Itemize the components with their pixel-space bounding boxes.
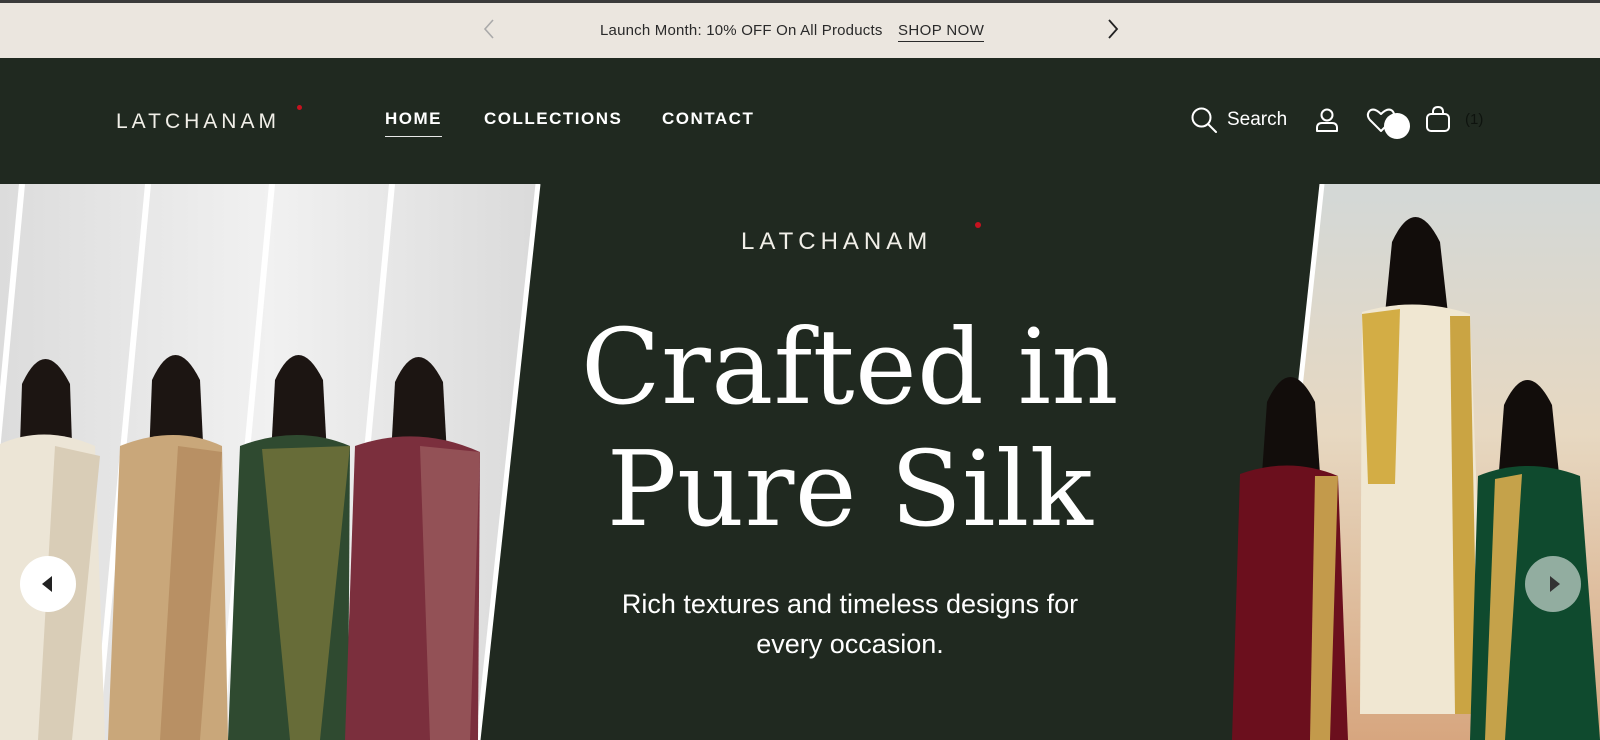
slider-prev-button[interactable] bbox=[20, 556, 76, 612]
slider-next-button[interactable] bbox=[1525, 556, 1581, 612]
chevron-right-icon[interactable] bbox=[1100, 17, 1124, 41]
brand-name: LATCHANAM bbox=[116, 110, 280, 133]
brand-logo[interactable]: LATCHANAM bbox=[116, 105, 302, 134]
site-header: LATCHANAM HOME COLLECTIONS CONTACT Searc… bbox=[0, 58, 1600, 184]
announcement-bar: Launch Month: 10% OFF On All Products SH… bbox=[0, 3, 1600, 58]
hero-headline-line-1: Crafted in bbox=[581, 306, 1119, 428]
user-icon[interactable] bbox=[1314, 107, 1340, 133]
nav-home[interactable]: HOME bbox=[385, 109, 442, 137]
hero-banner: LATCHANAM Crafted in Pure Silk Rich text… bbox=[0, 184, 1600, 740]
brand-logo-dot bbox=[297, 105, 302, 110]
wishlist-badge bbox=[1384, 113, 1410, 139]
bag-icon[interactable] bbox=[1425, 105, 1451, 133]
hero-logo: LATCHANAM bbox=[741, 222, 981, 256]
cart-count: (1) bbox=[1465, 111, 1484, 128]
hero-brand-name: LATCHANAM bbox=[741, 228, 933, 255]
announcement-message: Launch Month: 10% OFF On All Products bbox=[600, 22, 883, 39]
hero-headline: Crafted in Pure Silk bbox=[560, 306, 1140, 550]
chevron-left-icon[interactable] bbox=[478, 17, 502, 41]
hero-subheadline: Rich textures and timeless designs for e… bbox=[590, 584, 1110, 664]
search-label[interactable]: Search bbox=[1227, 109, 1287, 131]
nav-collections[interactable]: COLLECTIONS bbox=[484, 109, 622, 129]
hero-subheadline-line-2: every occasion. bbox=[756, 629, 944, 659]
play-right-icon bbox=[1550, 576, 1560, 592]
shop-now-link[interactable]: SHOP NOW bbox=[898, 22, 985, 42]
hero-subheadline-line-1: Rich textures and timeless designs for bbox=[621, 589, 1079, 619]
play-left-icon bbox=[42, 576, 52, 592]
hero-headline-line-2: Pure Silk bbox=[606, 428, 1094, 550]
search-icon[interactable] bbox=[1190, 106, 1218, 134]
nav-contact[interactable]: CONTACT bbox=[662, 109, 754, 129]
hero-logo-dot bbox=[975, 222, 981, 228]
